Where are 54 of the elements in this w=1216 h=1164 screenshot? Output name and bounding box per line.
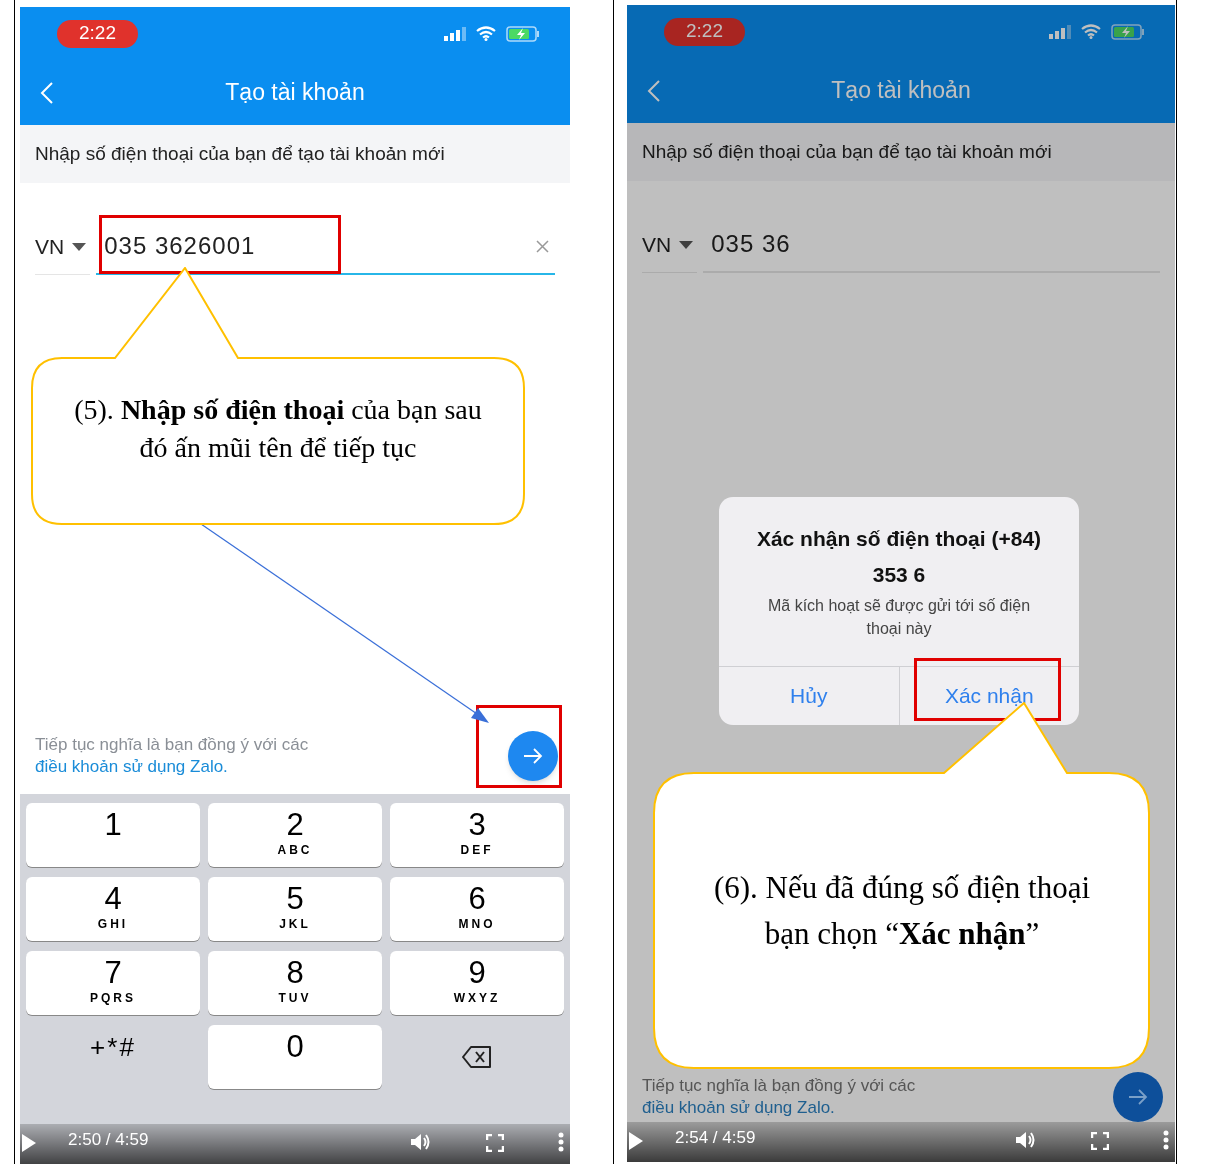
callout-text: (6). Nếu đã đúng số điện thoại bạn chọn “Xác nhận” xyxy=(712,869,1092,953)
play-icon[interactable] xyxy=(22,1134,36,1152)
next-button[interactable] xyxy=(508,731,558,781)
more-icon[interactable] xyxy=(558,1132,564,1152)
play-icon[interactable] xyxy=(629,1132,643,1150)
symbols-key[interactable]: +*# xyxy=(26,1025,200,1089)
video-time: 2:50 / 4:59 xyxy=(68,1128,150,1151)
back-icon[interactable] xyxy=(647,78,661,103)
keypad-key[interactable]: 9 WXYZ xyxy=(390,951,564,1015)
signal-icon xyxy=(444,26,466,41)
back-icon[interactable] xyxy=(40,80,54,105)
screen-title: Tạo tài khoản xyxy=(225,78,365,108)
keypad-key[interactable]: 8 TUV xyxy=(208,951,382,1015)
terms-link[interactable]: điều khoản sử dụng Zalo. xyxy=(642,1098,835,1117)
video-time: 2:54 / 4:59 xyxy=(675,1126,757,1149)
fullscreen-icon[interactable] xyxy=(486,1134,504,1152)
keypad-key[interactable]: 7 PQRS xyxy=(26,951,200,1015)
terms-text: Tiếp tục nghĩa là bạn đồng ý với các điều khoản sử dụng Zalo. xyxy=(35,734,310,778)
dropdown-caret-icon xyxy=(72,242,87,251)
country-code[interactable]: VN xyxy=(35,230,65,263)
callout-text: (5). Nhập số điện thoại của bạn sau đó ấn mũi tên để tiếp tục xyxy=(73,393,483,465)
dialog-number: 353 6 xyxy=(872,561,926,588)
phone-input[interactable]: 035 3626001 xyxy=(96,219,555,275)
battery-icon xyxy=(506,25,540,42)
arrow-right-icon xyxy=(1128,1089,1148,1105)
keypad-key[interactable]: 4 GHI xyxy=(26,877,200,941)
subtitle-text: Nhập số điện thoại của bạn để tạo tài khoản mới xyxy=(35,141,445,166)
subtitle-text: Nhập số điện thoại của bạn để tạo tài khoản mới xyxy=(642,139,1052,164)
keypad-key[interactable]: 2 ABC xyxy=(208,803,382,867)
backspace-icon xyxy=(462,1046,492,1068)
keypad-key[interactable]: 1 xyxy=(26,803,200,867)
arrow-right-icon xyxy=(523,748,543,764)
country-code[interactable]: VN xyxy=(642,228,672,261)
dropdown-caret-icon xyxy=(679,240,694,249)
dialog-title: Xác nhận số điện thoại (+84) xyxy=(756,526,1042,552)
terms-link[interactable]: điều khoản sử dụng Zalo. xyxy=(35,757,228,776)
phone-input[interactable]: 035 36 xyxy=(703,217,1160,273)
keypad-key[interactable]: 0 xyxy=(208,1025,382,1089)
status-time: 2:22 xyxy=(57,19,138,48)
next-button[interactable] xyxy=(1113,1072,1163,1122)
dialog-message: Mã kích hoạt sẽ được gửi tới số điện thoại này xyxy=(766,596,1032,639)
status-time: 2:22 xyxy=(664,17,745,46)
screen-title: Tạo tài khoản xyxy=(831,76,971,106)
keypad-key[interactable]: 3 DEF xyxy=(390,803,564,867)
wifi-icon xyxy=(476,26,496,41)
volume-icon[interactable] xyxy=(410,1132,432,1152)
fullscreen-icon[interactable] xyxy=(1091,1132,1109,1150)
more-icon[interactable] xyxy=(1163,1130,1169,1150)
keypad-key[interactable]: 6 MNO xyxy=(390,877,564,941)
wifi-icon xyxy=(1081,24,1101,39)
keypad-key[interactable]: 5 JKL xyxy=(208,877,382,941)
clear-icon[interactable] xyxy=(536,239,549,253)
volume-icon[interactable] xyxy=(1015,1130,1037,1150)
terms-text: Tiếp tục nghĩa là bạn đồng ý với các điều khoản sử dụng Zalo. xyxy=(642,1075,917,1119)
